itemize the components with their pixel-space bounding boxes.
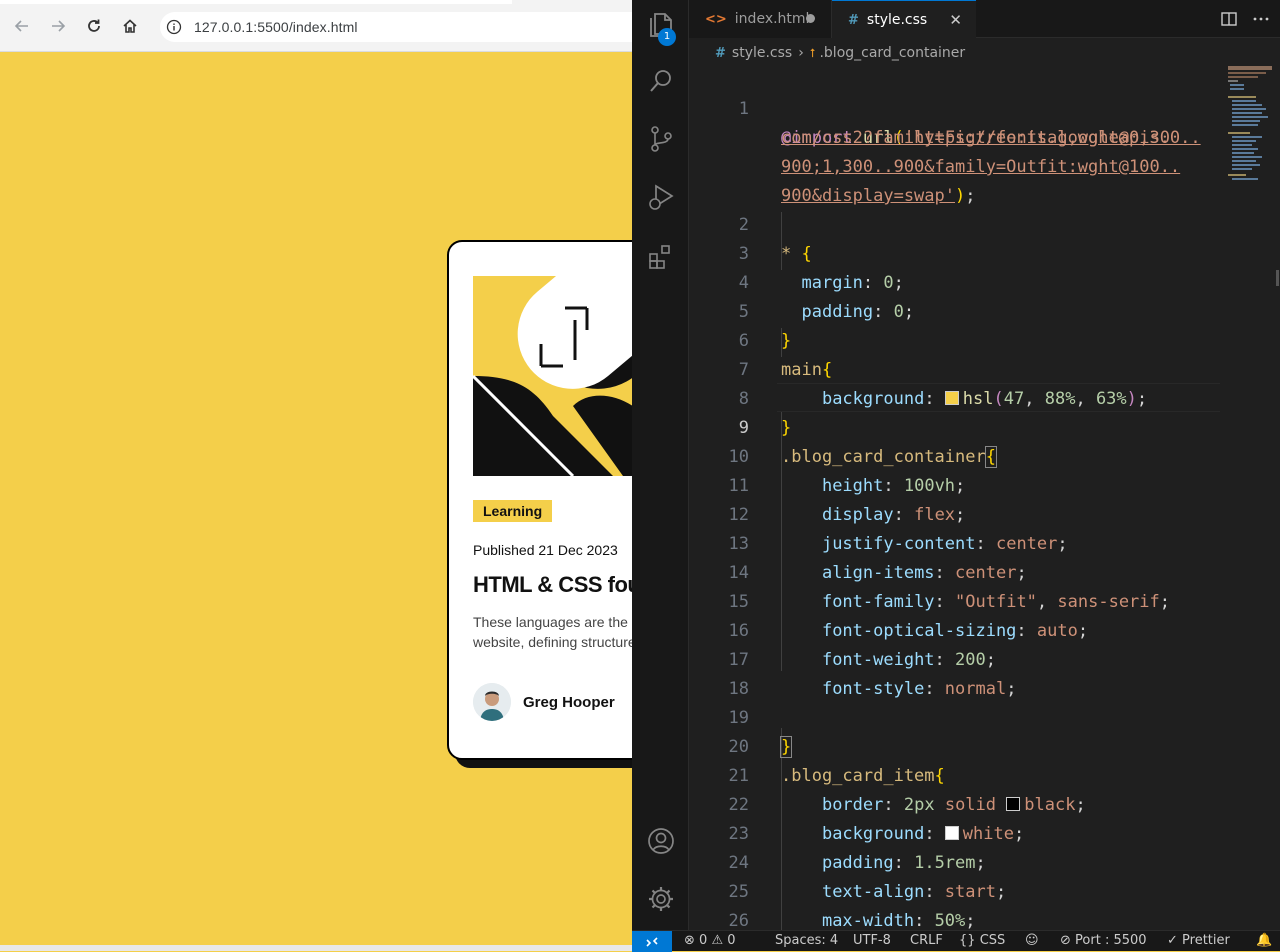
no-entry-icon: ⊘ [1060, 933, 1071, 948]
notifications-bell-icon[interactable]: 🔔 [1256, 933, 1272, 948]
code-line: 13 align-items: center; [728, 534, 1027, 583]
css-file-icon: # [715, 45, 726, 61]
activity-bar: 1 [632, 0, 689, 930]
breadcrumb-symbol[interactable]: .blog_card_container [819, 45, 965, 61]
error-icon: ⊗ [684, 933, 695, 948]
chevron-right-icon: › [798, 45, 804, 61]
live-server-status[interactable]: ⊘ Port : 5500 [1060, 933, 1147, 948]
problems-indicator[interactable]: ⊗ 0 ⚠ 0 [684, 933, 736, 948]
breadcrumb: # style.css › ⭡ .blog_card_container [689, 40, 1280, 66]
more-actions-icon[interactable] [1252, 10, 1270, 28]
minimap[interactable] [1228, 66, 1272, 186]
code-line: 5 } [738, 302, 792, 351]
address-bar[interactable]: 127.0.0.1:5500/index.html [160, 12, 632, 42]
code-line: 12 justify-content: center; [728, 505, 1068, 554]
source-control-icon[interactable] [646, 124, 676, 154]
language-mode[interactable]: {} CSS [959, 933, 1005, 948]
author: Greg Hooper [473, 682, 615, 722]
breadcrumb-file[interactable]: style.css [732, 45, 792, 61]
code-line-wrap: com/css2?family=Figtree:ital,wght@0,300.… [781, 128, 1201, 148]
browser-bottom-bar [0, 945, 632, 951]
code-line: 20 .blog_card_item{ [728, 737, 945, 786]
code-editor[interactable]: 1 @import url('https://fonts.googleapis.… [689, 66, 1280, 930]
search-icon[interactable] [646, 66, 676, 96]
scrollbar-thumb[interactable] [1276, 270, 1279, 286]
blog-card: Learning Published 21 Dec 2023 HTML & CS… [447, 240, 632, 760]
run-debug-icon[interactable] [646, 182, 676, 212]
code-line: 19 } [728, 708, 793, 758]
code-line: 21 border: 2px solid black; [728, 766, 1086, 815]
code-line: 17 font-style: normal; [728, 650, 1017, 699]
code-line: 6 main{ [738, 331, 833, 380]
code-line: 8 } [738, 389, 792, 438]
split-editor-icon[interactable] [1220, 10, 1238, 28]
code-line: 25 max-width: 50%; [728, 882, 976, 930]
browser-toolbar: 127.0.0.1:5500/index.html [0, 0, 632, 52]
code-line: 27 border-radius: 15px; [689, 907, 1280, 930]
tab-strip [0, 0, 512, 4]
browser-window: 127.0.0.1:5500/index.html Learning Publi… [0, 0, 632, 951]
avatar [473, 683, 511, 721]
code-line: 16 font-weight: 200; [728, 621, 996, 670]
copilot-icon[interactable]: ☺ [1025, 933, 1039, 948]
editor-actions [1220, 10, 1270, 28]
card-title[interactable]: HTML & CSS foundations [473, 572, 632, 598]
code-line: 7 background: hsl(47, 88%, 63%); [738, 360, 1148, 409]
forward-icon[interactable] [48, 16, 68, 36]
card-illustration [473, 276, 632, 476]
extensions-icon[interactable] [646, 242, 676, 272]
tab-label: style.css [866, 12, 928, 28]
published-date: Published 21 Dec 2023 [473, 542, 618, 558]
code-line: 1 @import url('https://fonts.googleapis. [738, 99, 1170, 148]
editor-tab-bar: <> index.html # style.css ✕ [689, 0, 1280, 39]
warning-icon: ⚠ [711, 933, 724, 948]
code-line: 15 font-optical-sizing: auto; [728, 592, 1089, 641]
close-icon[interactable]: ✕ [949, 11, 962, 29]
tab-index-html[interactable]: <> index.html [689, 0, 832, 38]
symbol-class-icon: ⭡ [809, 45, 816, 60]
category-tag: Learning [473, 500, 553, 522]
code-line: 10 height: 100vh; [728, 447, 966, 496]
code-line: 24 text-align: start; [728, 853, 1007, 902]
back-icon[interactable] [12, 16, 32, 36]
code-line: 9 .blog_card_container{ [738, 418, 997, 468]
code-line-wrap: 900;1,300..900&family=Outfit:wght@100.. [781, 157, 1181, 177]
braces-icon: {} [959, 933, 976, 948]
code-line: 18 [728, 679, 749, 699]
code-line: 3 margin: 0; [738, 244, 904, 293]
indentation-status[interactable]: Spaces: 4 [775, 933, 838, 948]
code-line: 26 width: 335px; [728, 911, 749, 930]
reload-icon[interactable] [84, 16, 104, 36]
code-line: 14 font-family: "Outfit", sans-serif; [728, 563, 1171, 612]
tab-style-css[interactable]: # style.css ✕ [832, 0, 976, 39]
tab-label: index.html [734, 11, 810, 27]
modified-dot-icon[interactable] [806, 14, 815, 23]
status-bar: ⊗ 0 ⚠ 0 Spaces: 4 UTF-8 CRLF {} CSS ☺ ⊘ … [632, 930, 1280, 952]
check-all-icon: ✓ [1167, 933, 1178, 948]
code-line: 11 display: flex; [728, 476, 966, 525]
vscode-window: 1 <> index.html # style.css ✕ # style.cs… [632, 0, 1280, 952]
url-text[interactable]: 127.0.0.1:5500/index.html [194, 19, 358, 35]
settings-gear-icon[interactable] [646, 884, 676, 914]
explorer-badge: 1 [658, 28, 676, 46]
code-line-wrap: 900&display=swap'); [781, 186, 976, 206]
card-description: These languages are the cornerstones of … [473, 614, 632, 650]
page-viewport: Learning Published 21 Dec 2023 HTML & CS… [0, 52, 632, 945]
html-file-icon: <> [705, 11, 727, 27]
author-name: Greg Hooper [523, 693, 615, 711]
css-file-icon: # [848, 12, 859, 28]
site-info-icon[interactable] [166, 19, 182, 35]
eol-status[interactable]: CRLF [910, 933, 943, 948]
code-line: 4 padding: 0; [738, 273, 915, 322]
code-line: 23 padding: 1.5rem; [728, 824, 986, 873]
code-line: 22 background: white; [728, 795, 1025, 844]
prettier-status[interactable]: ✓ Prettier [1167, 933, 1230, 948]
home-icon[interactable] [120, 16, 140, 36]
code-line: 2 * { [738, 215, 812, 264]
encoding-status[interactable]: UTF-8 [853, 933, 891, 948]
remote-icon[interactable] [632, 931, 672, 952]
account-icon[interactable] [646, 826, 676, 856]
